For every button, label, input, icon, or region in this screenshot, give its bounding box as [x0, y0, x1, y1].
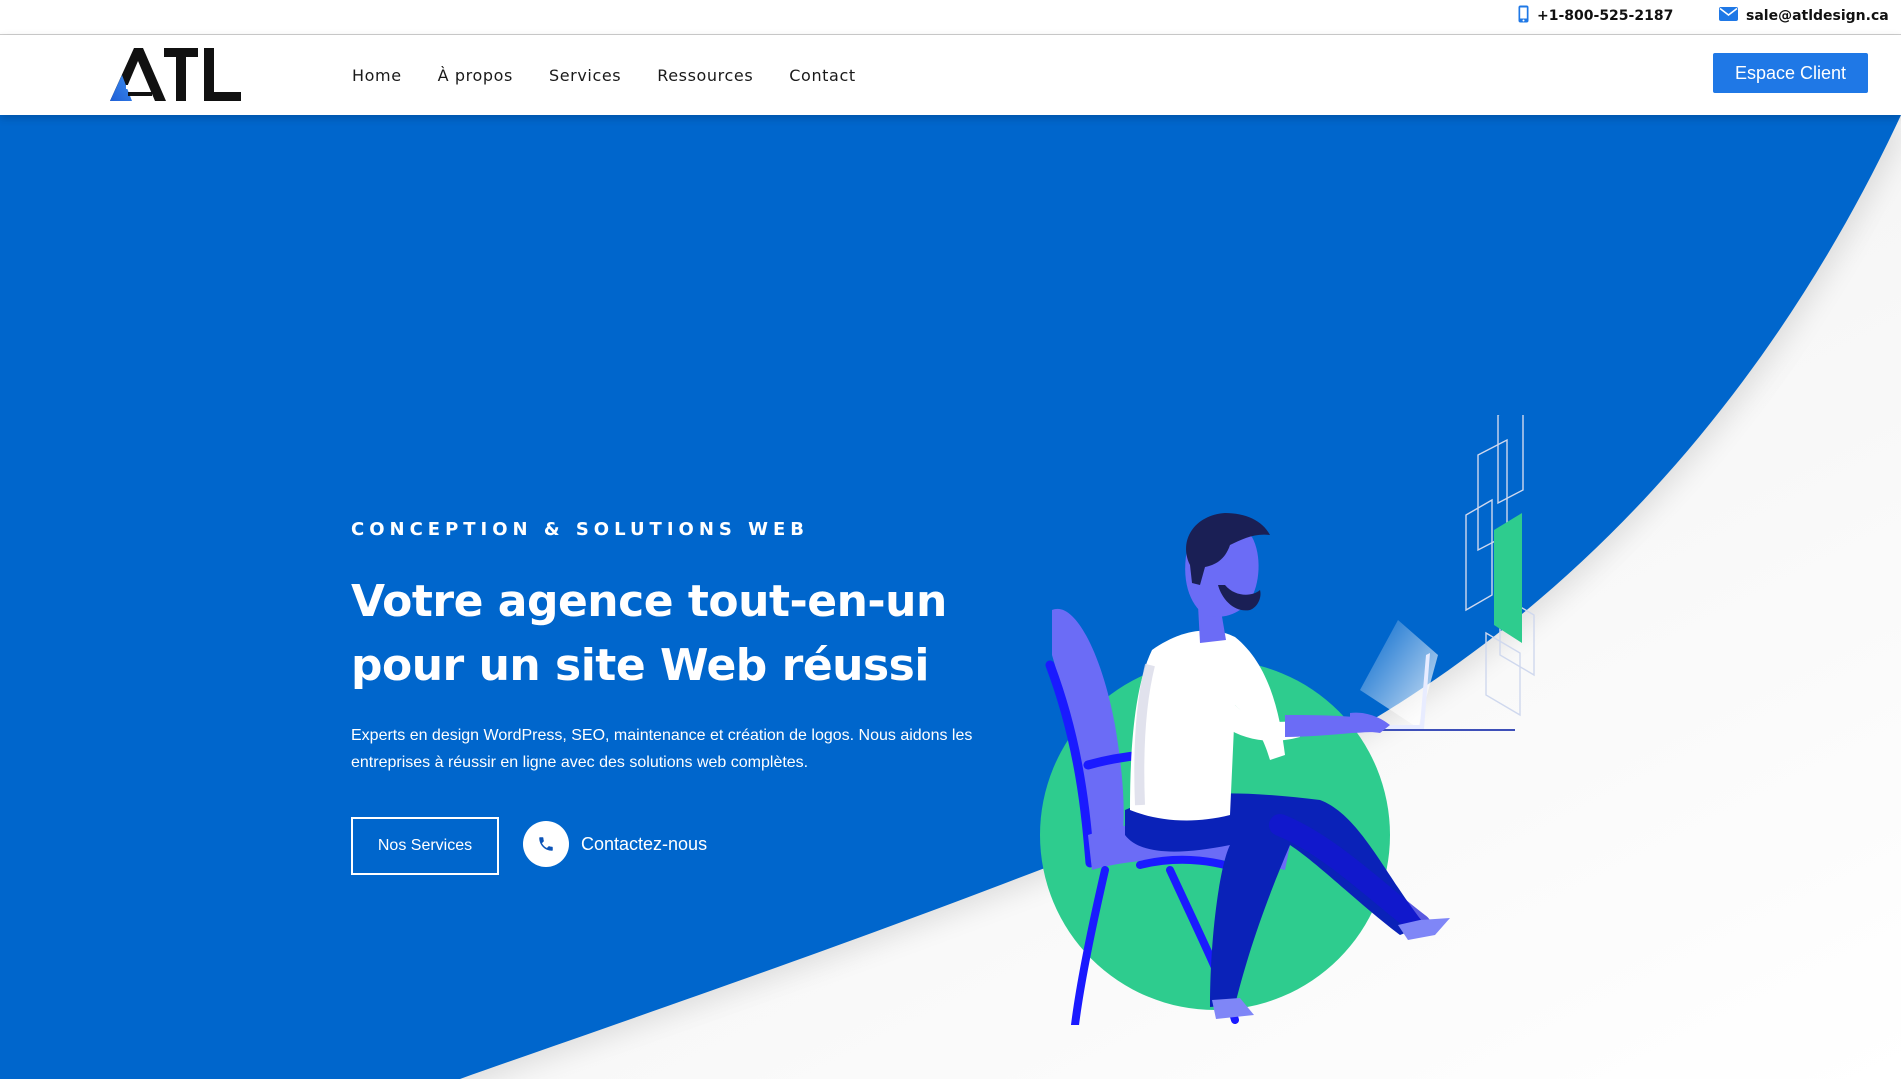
person-with-laptop-illustration — [1040, 415, 1535, 1025]
top-contact-bar: +1-800-525-2187 sale@atldesign.ca — [0, 0, 1901, 35]
atl-logo[interactable] — [108, 45, 244, 105]
phone-icon — [523, 821, 569, 867]
nav-item-contact[interactable]: Contact — [789, 66, 855, 85]
nav-item-ressources[interactable]: Ressources — [657, 66, 753, 85]
hero-headline-line-2: pour un site Web réussi — [351, 640, 929, 691]
nav-item-services[interactable]: Services — [549, 66, 621, 85]
site-header: Home À propos Services Ressources Contac… — [0, 35, 1901, 115]
phone-contact[interactable]: +1-800-525-2187 — [1518, 5, 1673, 27]
nav-item-a-propos[interactable]: À propos — [438, 66, 513, 85]
phone-number[interactable]: +1-800-525-2187 — [1537, 8, 1673, 24]
espace-client-button[interactable]: Espace Client — [1713, 53, 1868, 93]
hero-section: CONCEPTION & SOLUTIONS WEB Votre agence … — [0, 115, 1901, 1079]
hero-headline-line-1: Votre agence tout-en-un — [351, 576, 947, 627]
hero-description: Experts en design WordPress, SEO, mainte… — [351, 727, 973, 771]
email-address[interactable]: sale@atldesign.ca — [1746, 8, 1889, 24]
envelope-icon — [1719, 7, 1738, 25]
nav-item-home[interactable]: Home — [352, 66, 402, 85]
atl-logo-mark — [110, 48, 241, 101]
main-navigation: Home À propos Services Ressources Contac… — [352, 35, 892, 115]
mobile-phone-icon — [1518, 5, 1529, 27]
hero-eyebrow: CONCEPTION & SOLUTIONS WEB — [351, 519, 809, 540]
contactez-nous-link[interactable]: Contactez-nous — [523, 821, 707, 867]
email-contact[interactable]: sale@atldesign.ca — [1719, 6, 1889, 26]
nos-services-button[interactable]: Nos Services — [351, 817, 499, 875]
hero-headline: Votre agence tout-en-un pour un site Web… — [351, 570, 991, 698]
contactez-nous-label[interactable]: Contactez-nous — [581, 834, 707, 855]
